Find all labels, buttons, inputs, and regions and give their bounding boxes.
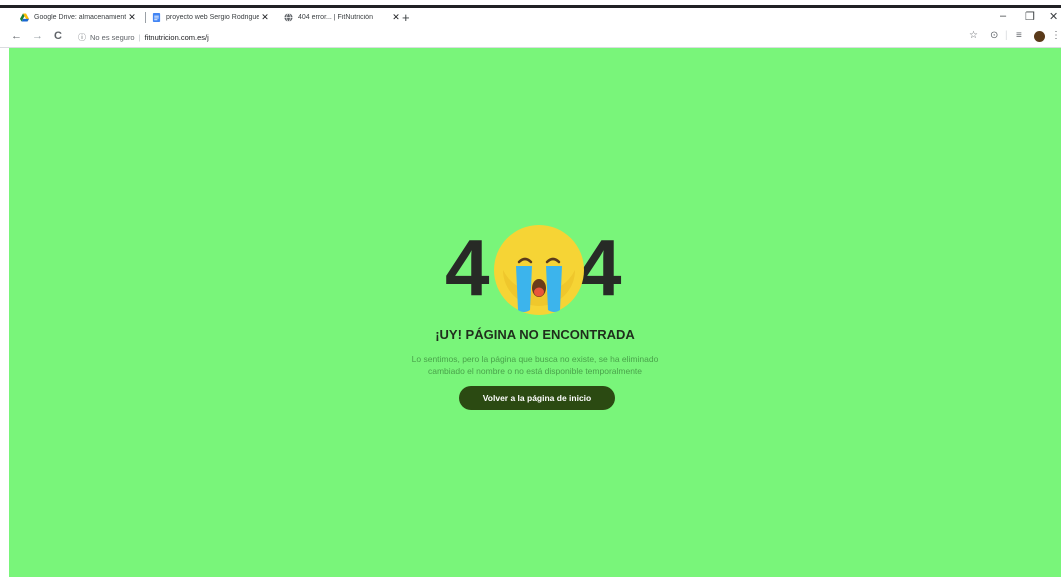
google-docs-icon: [152, 13, 161, 22]
toolbar-divider: |: [1005, 30, 1008, 41]
browser-window: Google Drive: almacenamiento c ✕ proyect…: [0, 0, 1061, 577]
tab-title: Google Drive: almacenamiento c: [34, 14, 126, 21]
new-tab-button[interactable]: +: [402, 10, 410, 25]
tab-title: proyecto web Sergio Rodriguez: [166, 14, 259, 21]
extension-icon[interactable]: ⊙: [990, 30, 998, 41]
tab-title: 404 error... | FitNutrición: [298, 14, 373, 21]
close-icon[interactable]: ✕: [126, 12, 138, 23]
security-label: No es seguro: [90, 32, 135, 42]
profile-avatar[interactable]: [1034, 31, 1045, 42]
error-404-graphic: 4 4: [445, 224, 635, 324]
omnibox-divider: |: [138, 32, 141, 42]
tab-404-error[interactable]: 404 error... | FitNutrición ✕: [278, 8, 408, 27]
crying-emoji-icon: [494, 225, 584, 315]
google-drive-icon: [20, 13, 29, 22]
reload-button[interactable]: C: [54, 30, 62, 42]
window-close-button[interactable]: ✕: [1049, 10, 1058, 23]
reading-list-icon[interactable]: ≡: [1016, 30, 1022, 41]
back-button[interactable]: ←: [11, 30, 22, 42]
close-icon[interactable]: ✕: [259, 12, 271, 23]
info-icon[interactable]: ⓘ: [78, 32, 86, 43]
home-button[interactable]: Volver a la página de inicio: [459, 386, 615, 410]
url-text[interactable]: fitnutricion.com.es/j: [145, 33, 209, 42]
error-message: Lo sentimos, pero la página que busca no…: [9, 353, 1061, 377]
globe-icon: [284, 13, 293, 22]
error-message-line: cambiado el nombre o no está disponible …: [427, 366, 643, 376]
minimize-button[interactable]: –: [1000, 10, 1006, 22]
bookmark-star-icon[interactable]: ☆: [969, 30, 978, 41]
browser-toolbar: ← → C ⓘ No es seguro | fitnutricion.com.…: [0, 27, 1061, 48]
page-title: ¡UY! PÁGINA NO ENCONTRADA: [435, 327, 635, 342]
forward-button[interactable]: →: [32, 30, 43, 42]
error-digit-left: 4: [445, 223, 489, 312]
menu-kebab-icon[interactable]: ⋮: [1051, 30, 1061, 41]
address-bar[interactable]: ⓘ No es seguro | fitnutricion.com.es/j: [78, 29, 209, 45]
tab-google-drive[interactable]: Google Drive: almacenamiento c ✕: [14, 8, 144, 27]
close-icon[interactable]: ✕: [390, 12, 402, 23]
tab-strip: Google Drive: almacenamiento c ✕ proyect…: [0, 8, 1061, 27]
tab-proyecto-web[interactable]: proyecto web Sergio Rodriguez ✕: [146, 8, 277, 27]
restore-button[interactable]: ❐: [1025, 10, 1035, 23]
error-message-line: Lo sentimos, pero la página que busca no…: [411, 354, 659, 364]
